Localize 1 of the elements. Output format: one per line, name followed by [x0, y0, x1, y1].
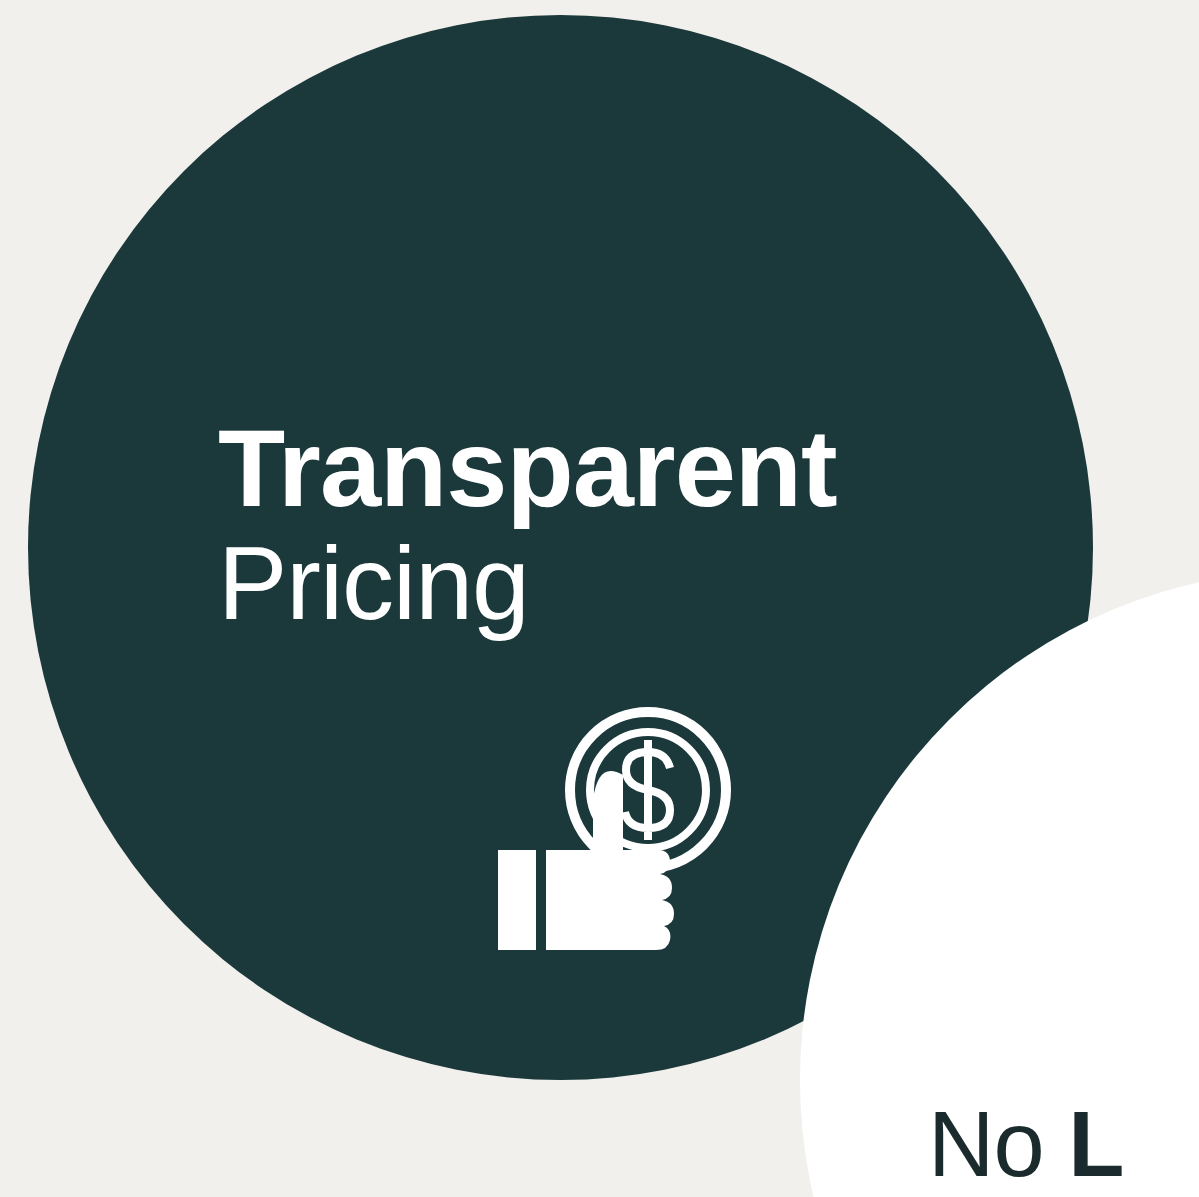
- next-feature-title: No L: [928, 1098, 1125, 1190]
